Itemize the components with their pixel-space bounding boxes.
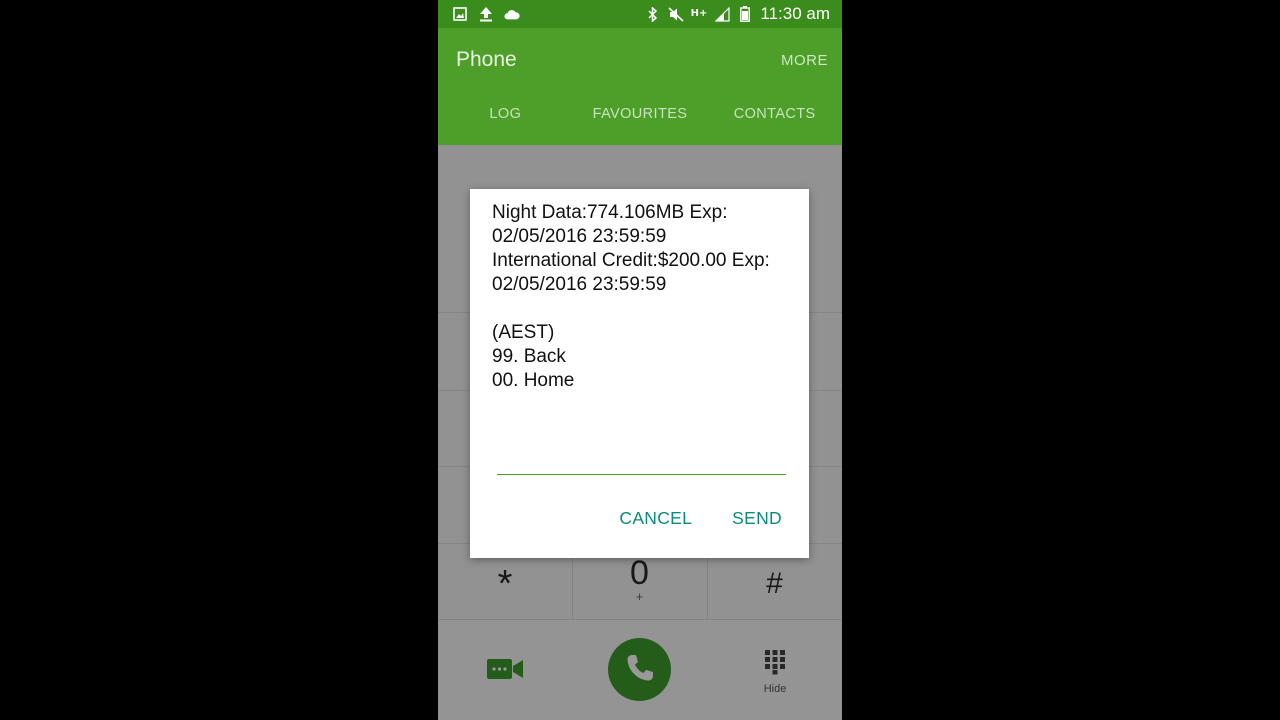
cancel-button[interactable]: CANCEL — [619, 508, 692, 529]
tab-log[interactable]: LOG — [438, 106, 573, 134]
tab-bar: LOG FAVOURITES CONTACTS — [438, 106, 842, 134]
tab-favourites[interactable]: FAVOURITES — [573, 106, 708, 134]
ussd-dialog: Night Data:774.106MB Exp: 02/05/2016 23:… — [470, 189, 809, 558]
send-button[interactable]: SEND — [732, 508, 782, 529]
tab-contacts[interactable]: CONTACTS — [707, 106, 842, 134]
gallery-icon — [452, 6, 468, 22]
dialog-actions: CANCEL SEND — [619, 508, 782, 529]
network-type-icon: H+ — [691, 6, 708, 22]
bluetooth-icon — [645, 6, 661, 22]
upload-icon — [478, 6, 494, 22]
signal-icon — [714, 6, 730, 22]
app-title: Phone — [456, 48, 517, 71]
mute-icon — [668, 6, 684, 22]
more-button[interactable]: MORE — [781, 52, 828, 69]
status-bar: H+ 11:30 am — [438, 0, 842, 28]
status-time: 11:30 am — [760, 4, 830, 23]
battery-icon — [737, 6, 753, 22]
network-type-label: H+ — [690, 8, 708, 19]
ussd-reply-input[interactable] — [497, 444, 786, 475]
ussd-message: Night Data:774.106MB Exp: 02/05/2016 23:… — [492, 202, 770, 391]
app-bar: Phone MORE LOG FAVOURITES CONTACTS — [438, 28, 842, 145]
cloud-icon — [504, 6, 520, 22]
